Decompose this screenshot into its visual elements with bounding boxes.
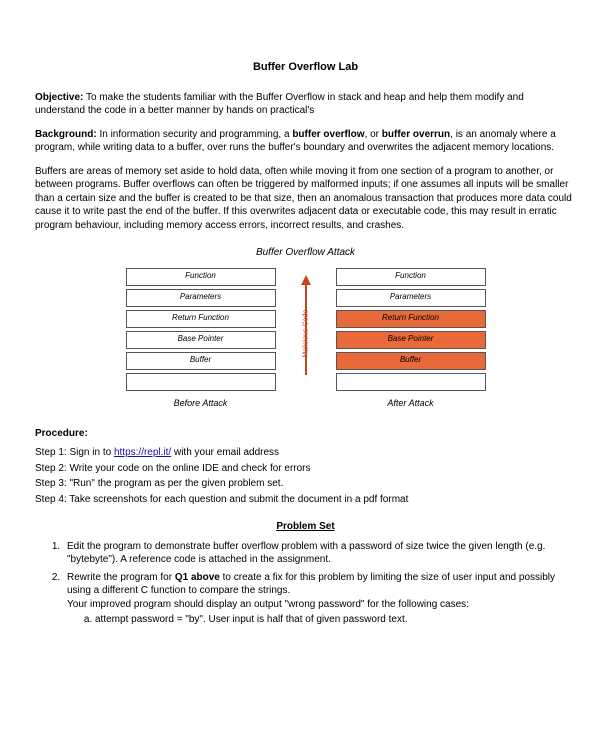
- cell-corrupt: Return Function: [336, 310, 486, 328]
- stack-before: Function Parameters Return Function Base…: [126, 268, 276, 391]
- background-label: Background:: [35, 129, 97, 140]
- objective-text: To make the students familiar with the B…: [35, 92, 524, 117]
- problem-2a: attempt password = "by". User input is h…: [95, 613, 576, 627]
- problem-list: Edit the program to demonstrate buffer o…: [63, 540, 576, 627]
- problem-1: Edit the program to demonstrate buffer o…: [63, 540, 576, 567]
- step-3: Step 3: "Run" the program as per the giv…: [35, 477, 576, 491]
- objective-label: Objective:: [35, 92, 83, 103]
- stack-captions-row: Before Attack After Attack: [126, 397, 486, 409]
- cell: Parameters: [336, 289, 486, 307]
- diagram-title: Buffer Overflow Attack: [35, 246, 576, 260]
- cell-corrupt: Base Pointer: [336, 331, 486, 349]
- cell-corrupt: Buffer: [336, 352, 486, 370]
- arrow-up-icon: [301, 275, 311, 285]
- background-paragraph-1: Background: In information security and …: [35, 128, 576, 155]
- cell: [336, 373, 486, 391]
- problem-2-sublist: attempt password = "by". User input is h…: [95, 613, 576, 627]
- document-page: Buffer Overflow Lab Objective: To make t…: [0, 0, 611, 749]
- cell: Base Pointer: [126, 331, 276, 349]
- cell: Return Function: [126, 310, 276, 328]
- arrow-label: Malicious Code: [301, 310, 310, 358]
- arrow-column: Malicious Code: [291, 269, 321, 389]
- cell: Function: [126, 268, 276, 286]
- diagram: Function Parameters Return Function Base…: [126, 268, 486, 391]
- caption-before: Before Attack: [126, 397, 276, 409]
- cell: Buffer: [126, 352, 276, 370]
- objective-paragraph: Objective: To make the students familiar…: [35, 91, 576, 118]
- problem-2: Rewrite the program for Q1 above to crea…: [63, 571, 576, 627]
- step-1: Step 1: Sign in to https://repl.it/ with…: [35, 446, 576, 460]
- cell: Parameters: [126, 289, 276, 307]
- problem-set-title: Problem Set: [35, 520, 576, 534]
- caption-after: After Attack: [336, 397, 486, 409]
- repl-link[interactable]: https://repl.it/: [114, 447, 171, 458]
- procedure-steps: Step 1: Sign in to https://repl.it/ with…: [35, 446, 576, 506]
- background-paragraph-2: Buffers are areas of memory set aside to…: [35, 165, 576, 233]
- step-2: Step 2: Write your code on the online ID…: [35, 462, 576, 476]
- cell: Function: [336, 268, 486, 286]
- stack-after: Function Parameters Return Function Base…: [336, 268, 486, 391]
- cell: [126, 373, 276, 391]
- step-4: Step 4: Take screenshots for each questi…: [35, 493, 576, 507]
- page-title: Buffer Overflow Lab: [35, 60, 576, 75]
- procedure-label: Procedure:: [35, 427, 576, 441]
